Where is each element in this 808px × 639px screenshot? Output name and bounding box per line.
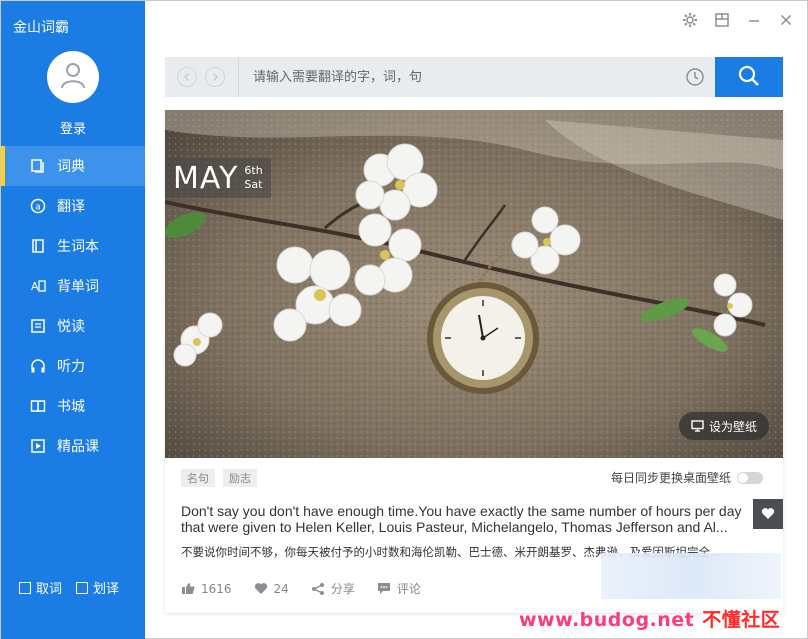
quote-english[interactable]: Don't say you don't have enough time.You… <box>181 503 753 535</box>
flashcard-icon: A <box>29 277 47 295</box>
favorite-button[interactable] <box>753 499 783 529</box>
sidebar-item-reading[interactable]: 悦读 <box>1 306 145 346</box>
sidebar-item-label: 听力 <box>57 359 85 375</box>
search-icon <box>737 64 761 91</box>
date-weekday: Sat <box>244 178 263 191</box>
capture-options: 取词 划译 <box>19 578 133 597</box>
share-label: 分享 <box>330 582 355 596</box>
history-clock-icon[interactable] <box>685 67 705 87</box>
set-wallpaper-button[interactable]: 设为壁纸 <box>678 412 769 440</box>
bookstore-icon <box>29 397 47 415</box>
sidebar-item-label: 词典 <box>57 159 85 175</box>
watermark-name: 不懂社区 <box>702 609 781 631</box>
heart-outline-icon <box>254 582 268 595</box>
avatar[interactable] <box>47 51 99 103</box>
word-capture-label: 取词 <box>36 582 63 597</box>
date-badge: MAY 6th Sat <box>165 158 271 198</box>
sidebar-item-label: 书城 <box>57 399 85 415</box>
sidebar-item-wordbook[interactable]: 生词本 <box>1 226 145 266</box>
action-bar: 1616 24 分享 评论 <box>181 580 443 597</box>
wallpaper-sync-setting: 每日同步更换桌面壁纸 <box>611 469 763 486</box>
sidebar-item-memorize[interactable]: A 背单词 <box>1 266 145 306</box>
wallpaper-sync-label: 每日同步更换桌面壁纸 <box>610 471 731 485</box>
select-translate-label: 划译 <box>93 582 120 597</box>
daily-wallpaper-image: MAY 6th Sat 设为壁纸 <box>165 110 783 458</box>
back-arrow-icon[interactable] <box>177 67 197 87</box>
svg-text:A: A <box>31 280 39 293</box>
comment-label: 评论 <box>396 582 421 596</box>
search-button[interactable] <box>715 57 783 97</box>
forward-arrow-icon[interactable] <box>205 67 225 87</box>
tag-list: 名句 励志 <box>181 469 257 487</box>
watermark-blur <box>601 553 781 599</box>
svg-text:a: a <box>35 203 41 213</box>
like-count: 1616 <box>201 581 232 596</box>
search-input[interactable] <box>253 67 673 87</box>
video-course-icon <box>29 437 47 455</box>
tag-quote[interactable]: 名句 <box>181 469 215 487</box>
comment-icon <box>377 582 391 595</box>
sidebar-item-courses[interactable]: 精品课 <box>1 426 145 466</box>
sidebar-item-dictionary[interactable]: 词典 <box>1 146 145 186</box>
app-title: 金山词霸 <box>13 20 69 36</box>
gear-icon[interactable] <box>681 11 699 29</box>
reading-icon <box>29 317 47 335</box>
app-window: 金山词霸 登录 词典 a 翻译 生词本 A 背单词 悦读 听力 书城 精品课 取… <box>0 0 808 639</box>
sidebar-item-label: 悦读 <box>57 319 85 335</box>
select-translate-option[interactable]: 划译 <box>76 578 119 597</box>
daily-sentence-card: MAY 6th Sat 设为壁纸 名句 励志 每日同步更换桌面壁纸 Don't … <box>165 110 783 613</box>
sidebar-item-bookstore[interactable]: 书城 <box>1 386 145 426</box>
login-link[interactable]: 登录 <box>1 118 145 137</box>
heart-icon <box>761 505 775 524</box>
tag-inspirational[interactable]: 励志 <box>223 469 257 487</box>
date-month: MAY <box>173 160 239 196</box>
notebook-icon <box>29 237 47 255</box>
word-capture-checkbox[interactable] <box>19 581 31 594</box>
select-translate-checkbox[interactable] <box>76 581 89 594</box>
comment-action[interactable]: 评论 <box>377 580 421 597</box>
sidebar-item-listening[interactable]: 听力 <box>1 346 145 386</box>
book-open-icon <box>29 157 47 175</box>
like-action[interactable]: 1616 <box>181 582 232 596</box>
sidebar-item-label: 精品课 <box>57 439 99 455</box>
user-icon <box>58 60 88 94</box>
share-icon <box>311 582 325 596</box>
thumbs-up-icon <box>181 582 195 595</box>
sidebar-item-label: 生词本 <box>57 239 99 255</box>
search-bar <box>165 57 783 97</box>
watermark-url: www.budog.net <box>519 609 695 631</box>
minimize-icon[interactable] <box>745 11 763 29</box>
sidebar-item-label: 背单词 <box>57 279 99 295</box>
date-day: 6th <box>244 164 263 177</box>
sidebar: 金山词霸 登录 词典 a 翻译 生词本 A 背单词 悦读 听力 书城 精品课 取… <box>1 1 145 639</box>
sidebar-item-translate[interactable]: a 翻译 <box>1 186 145 226</box>
close-icon[interactable] <box>777 11 795 29</box>
heart-action[interactable]: 24 <box>254 582 289 596</box>
search-divider <box>238 57 239 97</box>
mini-mode-icon[interactable] <box>713 11 731 29</box>
headphones-icon <box>29 357 47 375</box>
watermark-text: www.budog.net 不懂社区 <box>519 605 780 632</box>
sidebar-nav: 词典 a 翻译 生词本 A 背单词 悦读 听力 书城 精品课 <box>1 146 145 466</box>
monitor-icon <box>691 420 704 432</box>
watermark: www.budog.net 不懂社区 <box>519 553 808 639</box>
share-action[interactable]: 分享 <box>311 580 355 597</box>
wallpaper-sync-toggle[interactable] <box>737 471 763 484</box>
sidebar-item-label: 翻译 <box>57 199 85 215</box>
set-wallpaper-label: 设为壁纸 <box>708 419 757 434</box>
translate-icon: a <box>29 197 47 215</box>
window-controls <box>681 11 795 29</box>
date-sub: 6th Sat <box>244 164 262 192</box>
word-capture-option[interactable]: 取词 <box>19 578 62 597</box>
heart-count: 24 <box>273 581 289 596</box>
